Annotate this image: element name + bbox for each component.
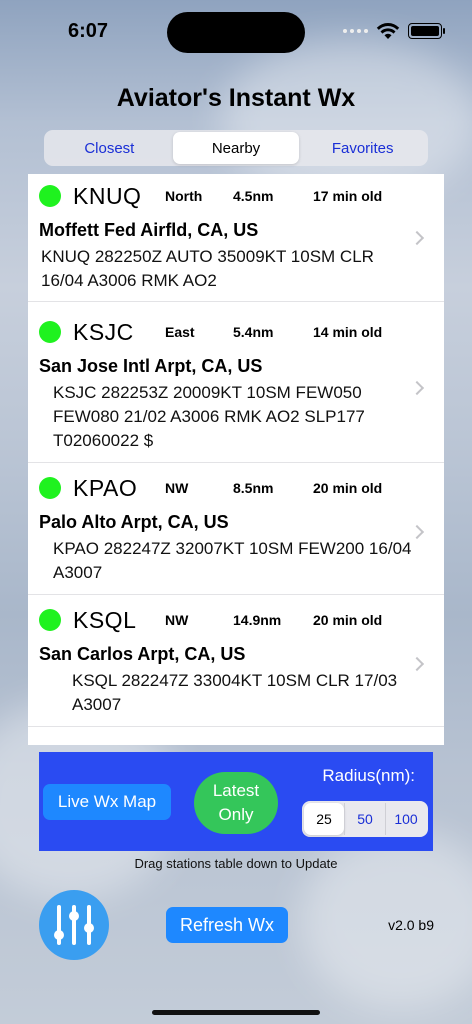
tab-nearby[interactable]: Nearby	[172, 132, 300, 164]
radius-option-25[interactable]: 25	[304, 803, 344, 835]
station-row-kpao[interactable]: KPAO NW 8.5nm 20 min old Palo Alto Arpt,…	[28, 466, 444, 595]
station-distance: 8.5nm	[233, 480, 274, 496]
settings-button[interactable]	[39, 890, 109, 960]
station-metar: KNUQ 282250Z AUTO 35009KT 10SM CLR 16/04…	[41, 247, 374, 290]
version-label: v2.0 b9	[388, 917, 434, 933]
tab-favorites[interactable]: Favorites	[299, 132, 426, 164]
status-bar: 6:07	[0, 0, 472, 64]
latest-only-toggle[interactable]: Latest Only	[194, 772, 278, 834]
status-dot-icon	[39, 321, 61, 343]
station-filter-tabs: Closest Nearby Favorites	[44, 130, 428, 166]
station-age: 20 min old	[313, 480, 383, 496]
radius-option-100[interactable]: 100	[385, 803, 426, 835]
station-direction: East	[165, 324, 195, 340]
station-direction: North	[165, 188, 203, 204]
dynamic-island	[167, 12, 305, 53]
station-name: San Jose Intl Arpt, CA, US	[39, 356, 263, 376]
live-wx-map-button[interactable]: Live Wx Map	[43, 784, 171, 820]
station-distance: 5.4nm	[233, 324, 274, 340]
control-panel: Live Wx Map Latest Only Radius(nm): 25 5…	[39, 752, 433, 851]
status-dot-icon	[39, 477, 61, 499]
radius-selector: 25 50 100	[302, 801, 428, 837]
station-metar: KPAO 282247Z 32007KT 10SM FEW200 16/04 A…	[53, 539, 412, 582]
radius-label: Radius(nm):	[322, 766, 415, 785]
station-ident: KNUQ	[73, 182, 142, 209]
app-title: Aviator's Instant Wx	[116, 84, 356, 112]
station-name: Moffett Fed Airfld, CA, US	[39, 220, 259, 240]
radius-option-50[interactable]: 50	[344, 803, 385, 835]
station-name: San Carlos Arpt, CA, US	[39, 644, 246, 664]
station-age: 14 min old	[313, 324, 383, 340]
status-dot-icon	[39, 609, 61, 631]
station-row-ksjc[interactable]: KSJC East 5.4nm 14 min old San Jose Intl…	[28, 310, 444, 463]
station-direction: NW	[165, 612, 189, 628]
station-age: 17 min old	[313, 188, 383, 204]
station-ident: KSJC	[73, 318, 134, 345]
latest-only-line2: Only	[218, 805, 254, 824]
station-distance: 4.5nm	[233, 188, 274, 204]
wifi-icon	[376, 23, 400, 39]
home-indicator[interactable]	[152, 1010, 320, 1015]
cellular-signal-icon	[343, 29, 368, 33]
station-ident: KSQL	[73, 606, 137, 633]
drag-hint: Drag stations table down to Update	[134, 856, 338, 871]
station-name: Palo Alto Arpt, CA, US	[39, 512, 229, 532]
sliders-icon	[54, 905, 94, 945]
latest-only-line1: Latest	[212, 781, 260, 800]
station-direction: NW	[165, 480, 189, 496]
stations-table[interactable]: KNUQ North 4.5nm 17 min old Moffett Fed …	[28, 174, 444, 745]
status-dot-icon	[39, 185, 61, 207]
tab-closest[interactable]: Closest	[46, 132, 173, 164]
status-time: 6:07	[68, 20, 109, 42]
status-icons	[343, 22, 445, 40]
station-metar: KSQL 282247Z 33004KT 10SM CLR 17/03 A300…	[72, 671, 398, 714]
battery-icon	[408, 23, 445, 39]
station-ident: KPAO	[73, 474, 138, 501]
station-row-knuq[interactable]: KNUQ North 4.5nm 17 min old Moffett Fed …	[28, 174, 444, 302]
station-age: 20 min old	[313, 612, 383, 628]
station-distance: 14.9nm	[233, 612, 282, 628]
refresh-wx-button[interactable]: Refresh Wx	[166, 907, 288, 943]
station-row-ksql[interactable]: KSQL NW 14.9nm 20 min old San Carlos Arp…	[28, 598, 444, 727]
station-metar: KSJC 282253Z 20009KT 10SM FEW050 FEW080 …	[53, 383, 365, 450]
